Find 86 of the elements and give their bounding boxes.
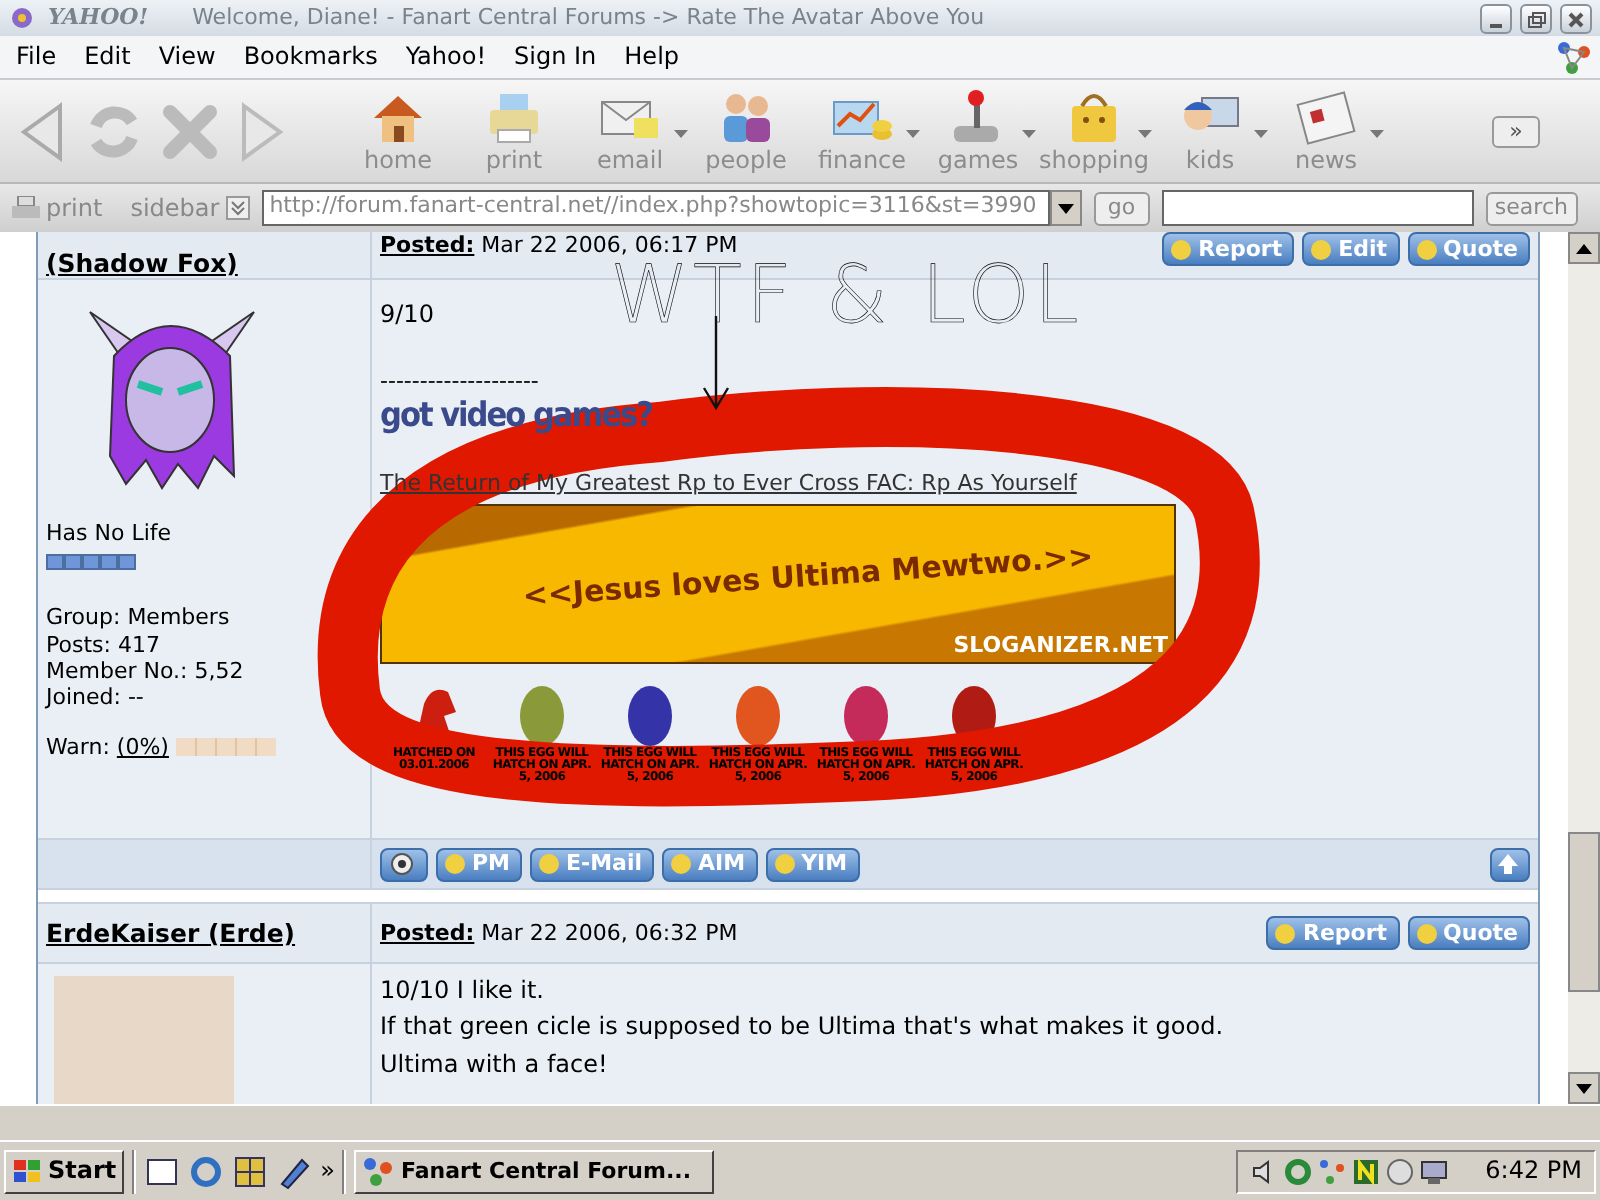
post-text: 9/10 [380, 300, 436, 329]
close-icon [1566, 10, 1586, 31]
banner-brand: SLOGANIZER.NET [953, 632, 1168, 659]
clock: 6:42 PM [1485, 1156, 1582, 1186]
menu-item[interactable]: Bookmarks [235, 42, 398, 72]
maximize-button[interactable] [1520, 3, 1552, 33]
member-rank: Has No Life [46, 520, 174, 547]
windows-logo-icon [12, 1157, 44, 1185]
menu-item[interactable]: Help [616, 42, 700, 72]
menu-item[interactable]: Edit [76, 42, 151, 72]
banner-slogan: <<Jesus loves Ultima Mewtwo.>> [521, 538, 1095, 615]
toolbar-button[interactable]: news [1268, 86, 1384, 176]
post-action-button[interactable]: Report [1266, 916, 1400, 950]
chevron-button[interactable]: » [320, 1156, 335, 1186]
search-button[interactable]: search [1485, 191, 1578, 225]
camera-icon [388, 852, 416, 876]
toolbar-button[interactable]: print [456, 86, 572, 176]
toolbar-button[interactable]: people [688, 86, 804, 176]
print-button[interactable]: print [12, 193, 103, 223]
post-text: 10/10 I like it. [380, 976, 546, 1005]
up-arrow-icon [1498, 852, 1518, 876]
post-text: If that green cicle is supposed to be Ultima that's what makes it good. [380, 1012, 1226, 1042]
member-detail: Member No.: 5,52 [46, 657, 246, 684]
post-action-button[interactable]: E-Mail [530, 847, 655, 881]
warn-label: Warn: (0%) [46, 734, 169, 761]
member-detail: Joined: -- [46, 683, 146, 711]
post-action-button[interactable]: Quote [1407, 232, 1530, 266]
search-field[interactable] [1161, 190, 1474, 226]
post-action-button[interactable]: YIM [765, 847, 860, 881]
author-link[interactable]: ErdeKaiser (Erde) [46, 918, 296, 948]
post-action-button[interactable]: Quote [1407, 916, 1530, 950]
scroll-up-button[interactable] [1568, 232, 1600, 264]
scroll-down-button[interactable] [1568, 1072, 1600, 1104]
toolbar-button[interactable]: games [920, 86, 1036, 176]
minimize-button[interactable] [1480, 3, 1512, 33]
post-action-button[interactable]: AIM [662, 847, 758, 881]
n-logo-icon[interactable] [1351, 1157, 1380, 1185]
post-date: Posted: Mar 22 2006, 06:32 PM [380, 919, 738, 947]
egg-icon [516, 680, 568, 749]
sidebar-button[interactable]: sidebar [130, 193, 250, 223]
warn-meter-icon [176, 738, 277, 757]
go-button[interactable]: go [1093, 191, 1150, 225]
menu-item[interactable]: Yahoo! [397, 42, 507, 72]
up-arrow-icon [1576, 243, 1592, 253]
egg-icon [732, 680, 784, 749]
browser-brand: YAHOO! [48, 4, 149, 32]
toolbar-button[interactable]: finance [804, 86, 920, 176]
printer-icon [12, 195, 40, 220]
network-icon [1556, 39, 1592, 75]
post-action-button[interactable]: Edit [1302, 232, 1400, 266]
post-date: Posted: Mar 22 2006, 06:17 PM [380, 232, 738, 259]
toolbar-button[interactable]: home [340, 86, 456, 176]
scrollbar-thumb[interactable] [1568, 832, 1600, 992]
grid-icon[interactable] [232, 1153, 269, 1189]
author-link[interactable]: (Shadow Fox) [46, 248, 238, 278]
toolbar-button[interactable]: email [572, 86, 688, 176]
desktop-icon[interactable] [144, 1153, 181, 1189]
dropdown-icon[interactable] [1049, 190, 1082, 226]
address-field[interactable]: http://forum.fanart-central.net//index.php?showtopic=3116&st=3990 [261, 190, 1050, 226]
menu-item[interactable]: Sign In [506, 42, 617, 72]
post-action-button[interactable]: PM [436, 847, 523, 881]
start-button[interactable]: Start [4, 1149, 125, 1193]
network-icon [362, 1155, 395, 1187]
pen-icon[interactable] [276, 1153, 313, 1189]
chevron-icon [225, 195, 250, 220]
back-to-top-button[interactable] [1490, 847, 1530, 881]
down-arrow-icon [1576, 1083, 1592, 1093]
more-button[interactable]: » [1492, 115, 1540, 147]
close-button[interactable] [1560, 3, 1592, 33]
signature-rule: -------------------- [380, 368, 541, 396]
menu-item[interactable]: File [8, 42, 77, 72]
window-title: Welcome, Diane! - Fanart Central Forums -> Rate The Avatar Above You [192, 4, 985, 32]
egg-icon [624, 680, 676, 749]
signature-headline: got video games? [380, 395, 655, 436]
restore-icon [1526, 10, 1546, 31]
toolbar-button[interactable]: shopping [1036, 86, 1152, 176]
network-icon[interactable] [1317, 1157, 1346, 1185]
taskbar-window-button[interactable]: Fanart Central Forum... [354, 1149, 715, 1193]
monitor-icon[interactable] [1419, 1157, 1448, 1185]
member-detail: Group: Members [46, 604, 232, 632]
post-text: Ultima with a face! [380, 1049, 610, 1079]
toolbar-button[interactable]: kids [1152, 86, 1268, 176]
webcam-button[interactable] [380, 847, 428, 881]
member-detail: Posts: 417 [46, 631, 162, 658]
post-action-button[interactable]: Report [1162, 232, 1295, 266]
menu-item[interactable]: View [150, 42, 236, 72]
